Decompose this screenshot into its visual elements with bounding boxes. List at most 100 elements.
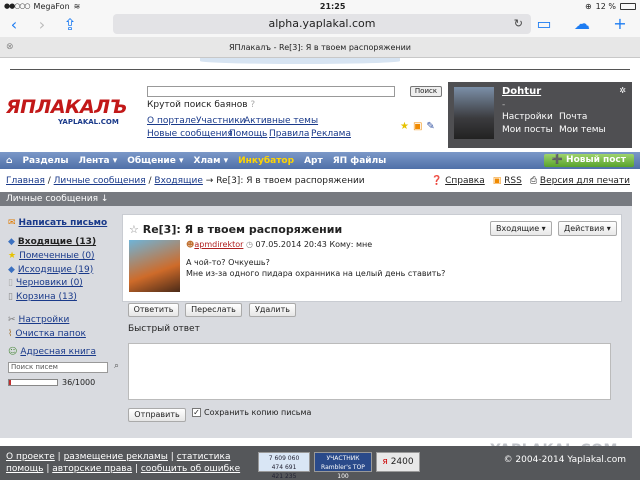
- nav-incubator[interactable]: Инкубатор: [238, 156, 294, 166]
- reply-button[interactable]: Ответить: [128, 303, 179, 317]
- settings-gear-icon[interactable]: ✲: [619, 86, 626, 95]
- compose-link[interactable]: Написать письмо: [19, 218, 108, 228]
- folder-dropdown[interactable]: Входящие ▾: [490, 221, 552, 236]
- help-icon[interactable]: ?: [250, 100, 255, 110]
- star-icon[interactable]: ★: [400, 121, 409, 132]
- pm-section-header[interactable]: Личные сообщения ↓: [0, 192, 632, 206]
- nav-sections[interactable]: Разделы: [22, 156, 68, 166]
- footer-report[interactable]: сообщить об ошибке: [141, 464, 240, 474]
- save-copy-option[interactable]: ✓ Сохранить копию письма: [192, 408, 311, 417]
- compose-item[interactable]: ✉ Написать письмо: [8, 216, 116, 230]
- help-link[interactable]: Справка: [445, 176, 485, 186]
- message-star-icon[interactable]: ☆: [129, 223, 139, 236]
- nav-feed-label: Лента: [78, 155, 110, 166]
- search-button[interactable]: Поиск: [410, 86, 442, 97]
- footer-copyright-link[interactable]: авторские права: [52, 464, 132, 474]
- new-tab-icon[interactable]: +: [606, 14, 634, 33]
- footer-stats[interactable]: статистика: [177, 452, 231, 462]
- li-badge[interactable]: я 2400: [376, 452, 420, 472]
- footer-help[interactable]: помощь: [6, 464, 43, 474]
- link-help[interactable]: Помощь: [229, 129, 267, 139]
- user-mail-link[interactable]: Почта: [559, 112, 587, 122]
- address-book-icon: ☺: [8, 346, 18, 357]
- tab-bar[interactable]: ⊗ ЯПлакалъ - Re[3]: Я в твоем распоряжен…: [0, 37, 640, 58]
- cloud-tabs-icon[interactable]: ☁: [568, 14, 596, 33]
- folder-flagged-label[interactable]: Помеченные (0): [19, 251, 94, 261]
- settings-link[interactable]: Настройки: [19, 315, 70, 325]
- clean-item[interactable]: ⌇ Очистка папок: [8, 327, 116, 341]
- forward-icon[interactable]: ›: [28, 15, 56, 34]
- site-search-input[interactable]: [147, 86, 395, 97]
- folder-sent[interactable]: ◆ Исходящие (19): [8, 263, 116, 277]
- folder-flagged[interactable]: ★ Помеченные (0): [8, 249, 116, 263]
- link-members[interactable]: Участники: [196, 116, 246, 126]
- user-settings-link[interactable]: Настройки: [502, 112, 553, 122]
- link-rules[interactable]: Правила: [269, 129, 309, 139]
- back-icon[interactable]: ‹: [0, 15, 28, 34]
- pencil-icon[interactable]: ✎: [426, 121, 434, 132]
- nav-files[interactable]: ЯП файлы: [333, 156, 387, 166]
- footer-about[interactable]: О проекте: [6, 452, 55, 462]
- delete-button[interactable]: Удалить: [249, 303, 296, 317]
- new-post-button[interactable]: ➕ Новый пост: [543, 154, 634, 167]
- crumb-inbox[interactable]: Входящие: [154, 176, 203, 186]
- footer-ads[interactable]: размещение рекламы: [64, 452, 168, 462]
- folder-trash[interactable]: ▯ Корзина (13): [8, 290, 116, 304]
- logo-subtitle: YAPLAKAL.COM: [58, 118, 119, 126]
- address-item[interactable]: ☺ Адресная книга: [8, 345, 116, 359]
- user-topics-link[interactable]: Мои темы: [559, 125, 606, 135]
- send-button[interactable]: Отправить: [128, 408, 186, 422]
- username-link[interactable]: Dohtur: [502, 86, 541, 97]
- folder-sent-label[interactable]: Исходящие (19): [18, 265, 93, 275]
- share-icon[interactable]: ⇪: [56, 15, 84, 34]
- counter-badge[interactable]: 7 609 060 474 691 421 235: [258, 452, 310, 480]
- crumb-current: Re[3]: Я в твоем распоряжении: [216, 176, 365, 186]
- clean-link[interactable]: Очистка папок: [15, 329, 85, 339]
- rambler-badge[interactable]: УЧАСТНИК Rambler's TOP 100: [314, 452, 372, 480]
- actions-dropdown[interactable]: Действия ▾: [558, 221, 617, 236]
- link-active-topics[interactable]: Активные темы: [244, 116, 318, 126]
- message-date: 07.05.2014 20:43: [255, 240, 327, 249]
- link-new-messages[interactable]: Новые сообщения: [147, 129, 233, 139]
- user-posts-link[interactable]: Мои посты: [502, 125, 553, 135]
- rss-tool[interactable]: ▣ RSS: [493, 176, 522, 186]
- save-copy-checkbox[interactable]: ✓: [192, 408, 201, 417]
- print-link[interactable]: Версия для печати: [540, 176, 630, 186]
- mail-search-input[interactable]: Поиск писем ⌕: [8, 362, 119, 374]
- quick-reply-textarea[interactable]: [128, 343, 611, 400]
- settings-item[interactable]: ✂ Настройки: [8, 314, 116, 328]
- nav-art[interactable]: Арт: [304, 156, 323, 166]
- crumb-pm[interactable]: Личные сообщения: [54, 176, 146, 186]
- home-icon[interactable]: ⌂: [6, 156, 12, 166]
- li-logo-icon: я: [382, 457, 388, 467]
- link-ads[interactable]: Реклама: [311, 129, 351, 139]
- rss-icon[interactable]: ▣: [413, 121, 422, 132]
- address-link[interactable]: Адресная книга: [20, 347, 96, 357]
- logo-text: ЯПЛАКАЛЪ: [6, 96, 127, 118]
- rss-link[interactable]: RSS: [504, 176, 522, 186]
- nav-feed[interactable]: Лента ▾: [78, 156, 117, 166]
- bookmarks-icon[interactable]: ▭: [530, 14, 558, 33]
- crumb-home[interactable]: Главная: [6, 176, 45, 186]
- help-tool[interactable]: ❓ Справка: [431, 176, 485, 186]
- address-bar[interactable]: alpha.yaplakal.com ↻: [113, 14, 531, 34]
- print-tool[interactable]: ⎙ Версия для печати: [530, 176, 630, 186]
- author-link[interactable]: apmdirektor: [194, 240, 243, 249]
- user-avatar[interactable]: [454, 87, 494, 139]
- site-logo[interactable]: ЯПЛАКАЛЪ YAPLAKAL.COM: [6, 96, 132, 132]
- link-about[interactable]: О портале: [147, 116, 196, 126]
- mail-search-icon[interactable]: ⌕: [114, 362, 119, 371]
- nav-chat[interactable]: Общение ▾: [127, 156, 183, 166]
- folder-inbox[interactable]: ◆ Входящие (13): [8, 236, 116, 250]
- url-text: alpha.yaplakal.com: [268, 17, 376, 30]
- close-tab-icon[interactable]: ⊗: [6, 42, 14, 52]
- folder-trash-label[interactable]: Корзина (13): [16, 292, 77, 302]
- nav-junk[interactable]: Хлам ▾: [194, 156, 229, 166]
- reload-icon[interactable]: ↻: [514, 14, 523, 34]
- message-body: А чой-то? Очкуешь? Мне из-за одного пида…: [186, 257, 445, 279]
- folder-drafts[interactable]: ▯ Черновики (0): [8, 276, 116, 290]
- author-avatar[interactable]: [129, 240, 180, 292]
- message-recipient: Кому: мне: [329, 240, 373, 249]
- folder-drafts-label[interactable]: Черновики (0): [16, 278, 83, 288]
- forward-button[interactable]: Переслать: [185, 303, 242, 317]
